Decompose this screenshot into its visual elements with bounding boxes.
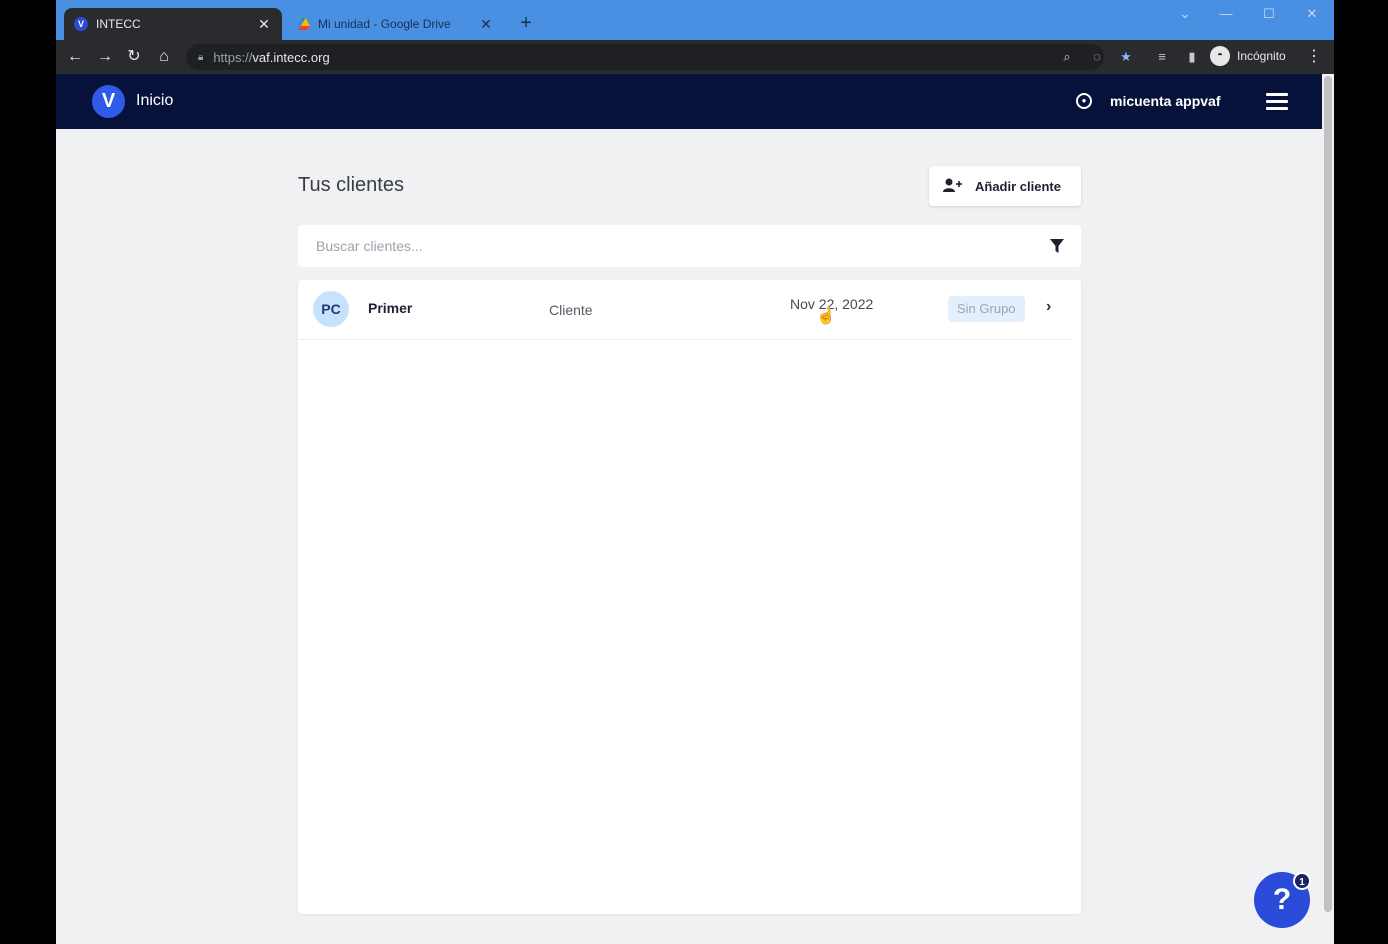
app-logo[interactable]: V <box>92 85 125 118</box>
client-type: Cliente <box>549 302 593 318</box>
maximize-icon[interactable]: ☐ <box>1259 6 1279 22</box>
user-account-name[interactable]: micuenta appvaf <box>1110 93 1220 109</box>
tab-google-drive[interactable]: Mi unidad - Google Drive ✕ <box>286 8 504 40</box>
new-tab-icon[interactable]: + <box>516 12 536 34</box>
incognito-icon: ◓ <box>1210 46 1230 66</box>
tab-intecc[interactable]: V INTECC ✕ <box>64 8 282 40</box>
zoom-icon[interactable]: ⌕ <box>1057 47 1077 67</box>
reading-list-icon[interactable]: ≡ <box>1152 47 1172 67</box>
incognito-indicator[interactable]: ◓ Incógnito <box>1210 46 1286 66</box>
tracking-protection-icon[interactable]: ◌ <box>1087 47 1107 67</box>
minimize-icon[interactable]: — <box>1216 6 1236 21</box>
page-title: Tus clientes <box>298 174 404 196</box>
client-list: PC Primer Cliente Nov 22, 2022 Sin Grupo… <box>298 280 1081 914</box>
forward-icon[interactable]: → <box>94 46 116 68</box>
hand-cursor-icon: ☝ <box>816 308 836 325</box>
tab-title: INTECC <box>96 17 141 31</box>
close-tab-icon[interactable]: ✕ <box>256 16 272 33</box>
tab-search-icon[interactable]: ⌄ <box>1175 6 1195 22</box>
client-search-bar <box>298 225 1081 267</box>
tab-strip: V INTECC ✕ Mi unidad - Google Drive ✕ + … <box>56 0 1334 40</box>
close-tab-icon[interactable]: ✕ <box>478 16 494 33</box>
browser-window: V INTECC ✕ Mi unidad - Google Drive ✕ + … <box>56 0 1334 944</box>
add-client-label: Añadir cliente <box>975 178 1061 194</box>
client-row[interactable]: PC Primer Cliente Nov 22, 2022 Sin Grupo… <box>298 280 1073 340</box>
tab-title: Mi unidad - Google Drive <box>318 17 451 31</box>
lock-icon: 🔒︎ <box>198 51 204 63</box>
client-group-badge: Sin Grupo <box>948 296 1025 322</box>
url-protocol: https:// <box>213 49 253 65</box>
app-title[interactable]: Inicio <box>136 92 173 110</box>
add-client-button[interactable]: Añadir cliente <box>929 166 1081 206</box>
browser-menu-icon[interactable]: ⋮ <box>1306 46 1322 66</box>
scrollbar-thumb[interactable] <box>1324 76 1332 912</box>
intecc-favicon-icon: V <box>74 17 88 31</box>
hamburger-menu-icon[interactable] <box>1266 93 1288 111</box>
user-account-icon[interactable]: ● <box>1076 93 1092 109</box>
client-avatar: PC <box>313 291 349 327</box>
window-close-icon[interactable]: ✕ <box>1302 6 1322 22</box>
address-bar[interactable]: 🔒︎ https:// vaf.intecc.org <box>186 44 1104 70</box>
app-header: V Inicio ● micuenta appvaf <box>56 74 1322 129</box>
help-notification-badge: 1 <box>1293 872 1311 890</box>
back-icon[interactable]: ← <box>64 46 86 68</box>
reload-icon[interactable]: ↻ <box>123 46 145 68</box>
url-host: vaf.intecc.org <box>252 49 330 65</box>
google-drive-favicon-icon <box>296 17 310 31</box>
chevron-right-icon[interactable]: › <box>1046 298 1051 316</box>
side-panel-icon[interactable]: ▮ <box>1182 47 1202 67</box>
filter-icon[interactable] <box>1049 238 1065 254</box>
browser-toolbar: ← → ↻ ⌂ 🔒︎ https:// vaf.intecc.org ⌕ ◌ ★… <box>56 40 1334 74</box>
page-scrollbar[interactable] <box>1322 74 1334 944</box>
incognito-label: Incógnito <box>1237 49 1286 63</box>
bookmark-star-icon[interactable]: ★ <box>1116 47 1136 67</box>
client-search-input[interactable] <box>316 238 1049 254</box>
client-name: Primer <box>368 300 413 316</box>
add-user-icon <box>943 178 963 195</box>
home-icon[interactable]: ⌂ <box>153 46 175 68</box>
